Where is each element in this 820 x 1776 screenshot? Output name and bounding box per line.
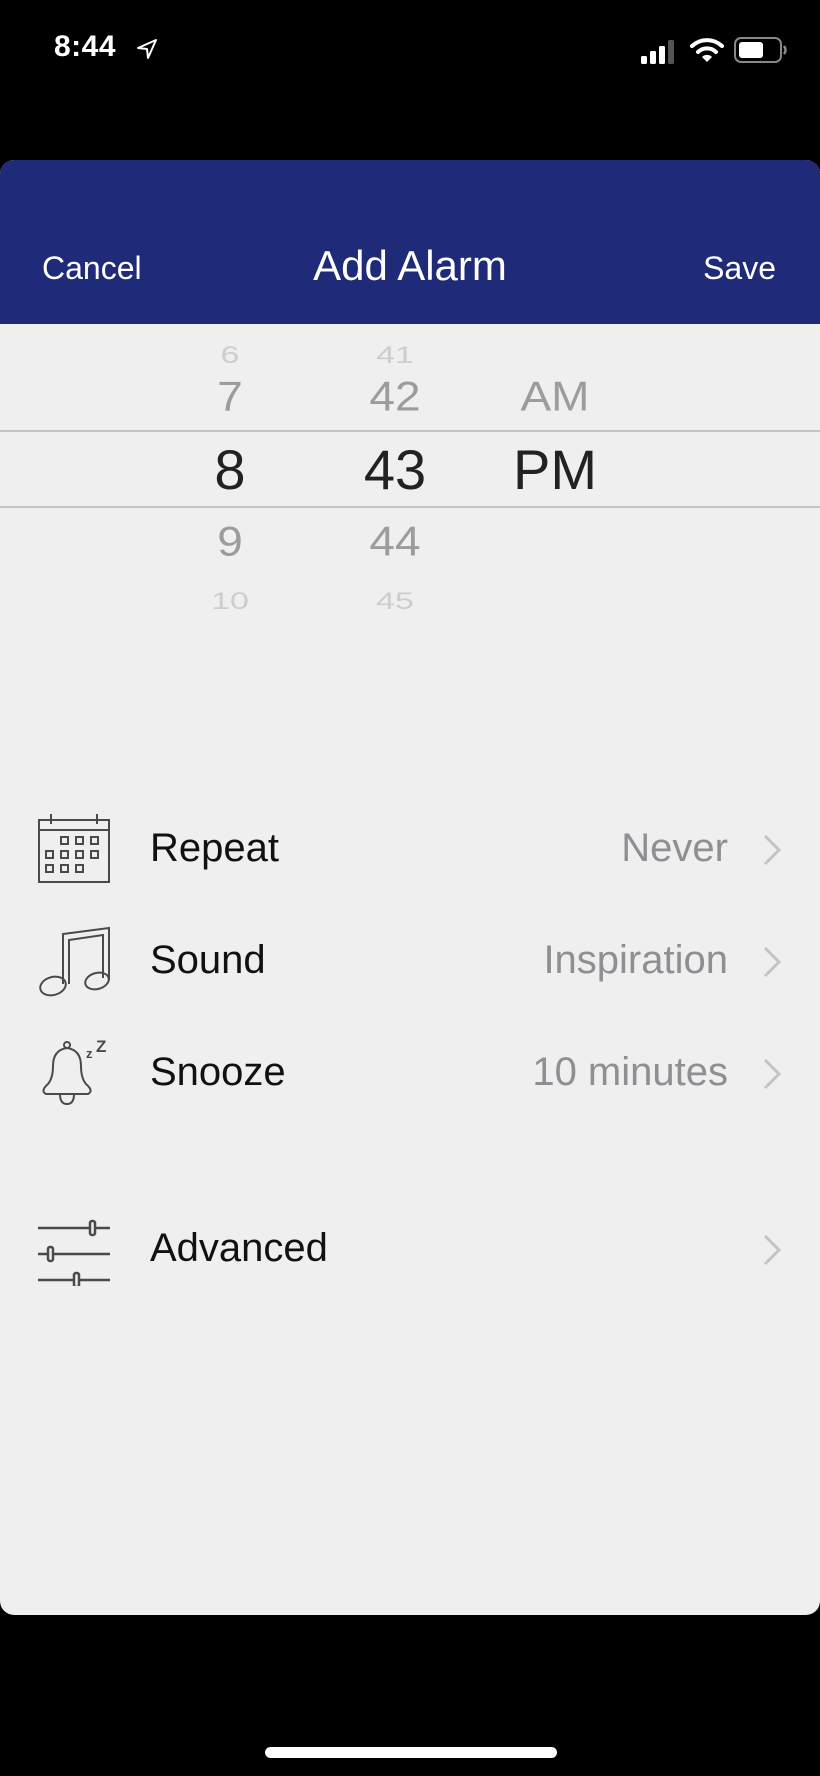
- chevron-right-icon: [763, 1058, 782, 1090]
- calendar-icon: [38, 814, 110, 883]
- location-arrow-icon: [137, 39, 157, 59]
- svg-text:Z: Z: [96, 1037, 106, 1056]
- navigation-bar: Cancel Add Alarm Save: [0, 160, 820, 324]
- advanced-label: Advanced: [150, 1226, 328, 1270]
- sliders-icon: [38, 1219, 110, 1286]
- chevron-right-icon: [763, 946, 782, 978]
- music-note-icon: [39, 926, 110, 997]
- sound-row[interactable]: Sound Inspiration: [0, 910, 820, 1010]
- page-title: Add Alarm: [313, 242, 507, 289]
- minute-option[interactable]: 44: [330, 517, 460, 566]
- repeat-label: Repeat: [150, 826, 279, 870]
- minute-option-selected[interactable]: 43: [330, 437, 460, 502]
- chevron-right-icon: [763, 1234, 782, 1266]
- repeat-row[interactable]: Repeat Never: [0, 798, 820, 898]
- wifi-icon: [690, 38, 724, 62]
- chevron-right-icon: [763, 834, 782, 866]
- hour-option[interactable]: 7: [170, 372, 290, 421]
- minute-option[interactable]: 45: [330, 588, 460, 615]
- period-option[interactable]: AM: [495, 372, 615, 421]
- cellular-signal-icon: [641, 40, 674, 64]
- time-picker[interactable]: 6 7 8 9 10 41 42 43 44 45 AM PM: [0, 324, 820, 724]
- status-time: 8:44: [54, 30, 117, 63]
- save-button[interactable]: Save: [703, 250, 776, 287]
- advanced-row[interactable]: Advanced: [0, 1198, 820, 1298]
- hour-wheel[interactable]: 6 7 8 9 10: [170, 324, 290, 724]
- minute-wheel[interactable]: 41 42 43 44 45: [330, 324, 460, 724]
- minute-option[interactable]: 42: [330, 372, 460, 421]
- status-bar: 8:44: [0, 0, 820, 100]
- minute-option[interactable]: 41: [330, 342, 460, 369]
- snooze-row[interactable]: z Z Snooze 10 minutes: [0, 1022, 820, 1122]
- hour-option[interactable]: 9: [170, 517, 290, 566]
- snooze-bell-icon: z Z: [42, 1037, 106, 1106]
- sound-value: Inspiration: [543, 938, 728, 982]
- hour-option-selected[interactable]: 8: [170, 437, 290, 502]
- add-alarm-sheet: Cancel Add Alarm Save 6 7 8 9 10 41 42 4…: [0, 160, 820, 1615]
- sound-label: Sound: [150, 938, 266, 982]
- period-wheel[interactable]: AM PM: [495, 324, 615, 724]
- home-indicator[interactable]: [265, 1747, 557, 1758]
- hour-option[interactable]: 6: [170, 342, 290, 369]
- svg-text:z: z: [86, 1046, 93, 1061]
- hour-option[interactable]: 10: [170, 588, 290, 615]
- repeat-value: Never: [621, 826, 728, 870]
- snooze-value: 10 minutes: [532, 1050, 728, 1094]
- snooze-label: Snooze: [150, 1050, 286, 1094]
- period-option-selected[interactable]: PM: [495, 437, 615, 502]
- battery-icon: [734, 37, 787, 63]
